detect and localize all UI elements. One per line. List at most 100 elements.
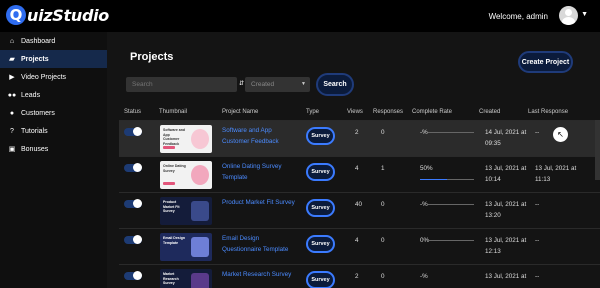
search-button[interactable]: Search (316, 73, 354, 96)
create-project-button[interactable]: Create Project (518, 51, 573, 73)
table-row[interactable]: Product Market Fit Survey Product Market… (119, 192, 600, 228)
sidebar-item-leads[interactable]: ●● Leads (0, 86, 107, 104)
complete-rate-bar (428, 204, 474, 205)
thumbnail-title: Product Market Fit Survey (163, 200, 180, 213)
responses-count: 1 (381, 165, 385, 172)
logo-text: uizStudio (27, 5, 109, 25)
gift-icon: ▣ (8, 146, 16, 153)
column-header-responses[interactable]: Responses (373, 109, 403, 115)
search-input[interactable] (126, 77, 237, 92)
created-date: 13 Jul, 2021 at 10:14 (485, 165, 527, 183)
project-thumbnail[interactable]: Software and App Customer Feedback (160, 125, 212, 153)
column-header-views[interactable]: Views (347, 109, 363, 115)
project-name-link[interactable]: Email Design Questionnaire Template (222, 233, 300, 255)
thumbnail-title: Market Research Survey (163, 272, 179, 285)
complete-rate-bar (428, 132, 474, 133)
responses-count: 0 (381, 129, 385, 136)
sidebar-item-label: Projects (21, 55, 49, 63)
page-title: Projects (130, 51, 174, 63)
complete-rate-text: -% (420, 273, 428, 280)
table-row[interactable]: Online Dating Survey Online Dating Surve… (119, 156, 600, 192)
sidebar-item-label: Video Projects (21, 73, 67, 81)
status-toggle[interactable] (124, 127, 142, 136)
sidebar-item-customers[interactable]: ● Customers (0, 104, 107, 122)
created-date: 13 Jul, 2021 at 12:13 (485, 237, 527, 255)
user-icon: ● (9, 109, 15, 117)
views-count: 4 (355, 237, 359, 244)
app-logo[interactable]: Q uizStudio (6, 4, 109, 26)
chevron-down-icon: ▼ (301, 81, 306, 87)
table-row[interactable]: Software and App Customer Feedback Softw… (119, 120, 600, 156)
sort-icon[interactable]: ⇵ (239, 80, 244, 87)
avatar[interactable] (559, 6, 578, 25)
sidebar-item-video-projects[interactable]: ▶ Video Projects (0, 68, 107, 86)
status-toggle[interactable] (124, 235, 142, 244)
project-thumbnail[interactable]: Product Market Fit Survey (160, 197, 212, 225)
column-header-name[interactable]: Project Name (222, 109, 258, 115)
sidebar-item-tutorials[interactable]: ? Tutorials (0, 122, 107, 140)
sidebar-item-bonuses[interactable]: ▣ Bonuses (0, 140, 107, 158)
status-toggle[interactable] (124, 271, 142, 280)
column-header-thumbnail[interactable]: Thumbnail (159, 109, 187, 115)
last-response: -- (535, 273, 540, 280)
sidebar-item-label: Bonuses (21, 145, 49, 153)
project-thumbnail[interactable]: Market Research Survey (160, 269, 212, 288)
sidebar-item-dashboard[interactable]: ⌂ Dashboard (0, 32, 107, 50)
thumbnail-illustration (191, 129, 209, 149)
play-icon: ▶ (9, 74, 15, 81)
type-badge[interactable]: Survey (306, 271, 335, 288)
sidebar-item-label: Leads (21, 91, 41, 99)
column-header-type[interactable]: Type (306, 109, 319, 115)
status-toggle[interactable] (124, 199, 142, 208)
column-header-complete-rate[interactable]: Complete Rate (412, 109, 452, 115)
column-header-created[interactable]: Created (479, 109, 500, 115)
project-name-link[interactable]: Online Dating Survey Template (222, 161, 300, 183)
table-row[interactable]: Email Design Template Email Design Quest… (119, 228, 600, 264)
project-thumbnail[interactable]: Online Dating Survey (160, 161, 212, 189)
scrollbar[interactable] (595, 120, 600, 180)
thumbnail-title: Software and App Customer Feedback (163, 128, 185, 146)
type-badge[interactable]: Survey (306, 235, 335, 253)
type-badge[interactable]: Survey (306, 163, 335, 181)
status-toggle[interactable] (124, 163, 142, 172)
project-name-link[interactable]: Product Market Fit Survey (222, 197, 300, 208)
home-icon: ⌂ (9, 37, 15, 45)
table-row[interactable]: Market Research Survey Market Research S… (119, 264, 600, 288)
views-count: 2 (355, 273, 359, 280)
column-header-status[interactable]: Status (124, 109, 141, 115)
top-bar: Q uizStudio Welcome, admin ▼ (0, 0, 600, 32)
thumbnail-illustration (191, 273, 209, 288)
project-thumbnail[interactable]: Email Design Template (160, 233, 212, 261)
project-name-link[interactable]: Software and App Customer Feedback (222, 125, 300, 147)
responses-count: 0 (381, 201, 385, 208)
chevron-down-icon[interactable]: ▼ (581, 11, 588, 18)
welcome-text: Welcome, admin (488, 12, 548, 21)
sidebar-item-label: Tutorials (21, 127, 48, 135)
created-date: 13 Jul, 2021 at 13:20 (485, 201, 527, 219)
views-count: 2 (355, 129, 359, 136)
help-icon: ? (10, 127, 14, 135)
thumbnail-illustration (191, 201, 209, 221)
thumbnail-illustration (191, 165, 209, 185)
users-icon: ●● (7, 91, 17, 99)
sidebar-item-projects[interactable]: ▰ Projects (0, 50, 107, 68)
sort-select-value: Created (251, 81, 275, 88)
created-date: 13 Jul, 2021 at (485, 273, 527, 280)
thumbnail-button (163, 182, 175, 185)
views-count: 40 (355, 201, 363, 208)
complete-rate-text: -% (420, 129, 428, 136)
column-header-last-response[interactable]: Last Response (528, 109, 568, 115)
sort-select[interactable]: Created ▼ (245, 77, 310, 92)
table-header: Status Thumbnail Project Name Type Views… (107, 106, 600, 120)
type-badge[interactable]: Survey (306, 127, 335, 145)
complete-rate-bar (428, 240, 474, 241)
project-name-link[interactable]: Market Research Survey (222, 269, 300, 280)
thumbnail-illustration (191, 237, 209, 257)
folder-icon: ▰ (9, 56, 15, 63)
thumbnail-button (163, 146, 175, 149)
sidebar: ⌂ Dashboard ▰ Projects ▶ Video Projects … (0, 32, 107, 288)
created-date: 14 Jul, 2021 at 09:35 (485, 129, 527, 147)
complete-rate-text: -% (420, 201, 428, 208)
type-badge[interactable]: Survey (306, 199, 335, 217)
mouse-cursor-icon[interactable]: ↖ (553, 127, 568, 142)
